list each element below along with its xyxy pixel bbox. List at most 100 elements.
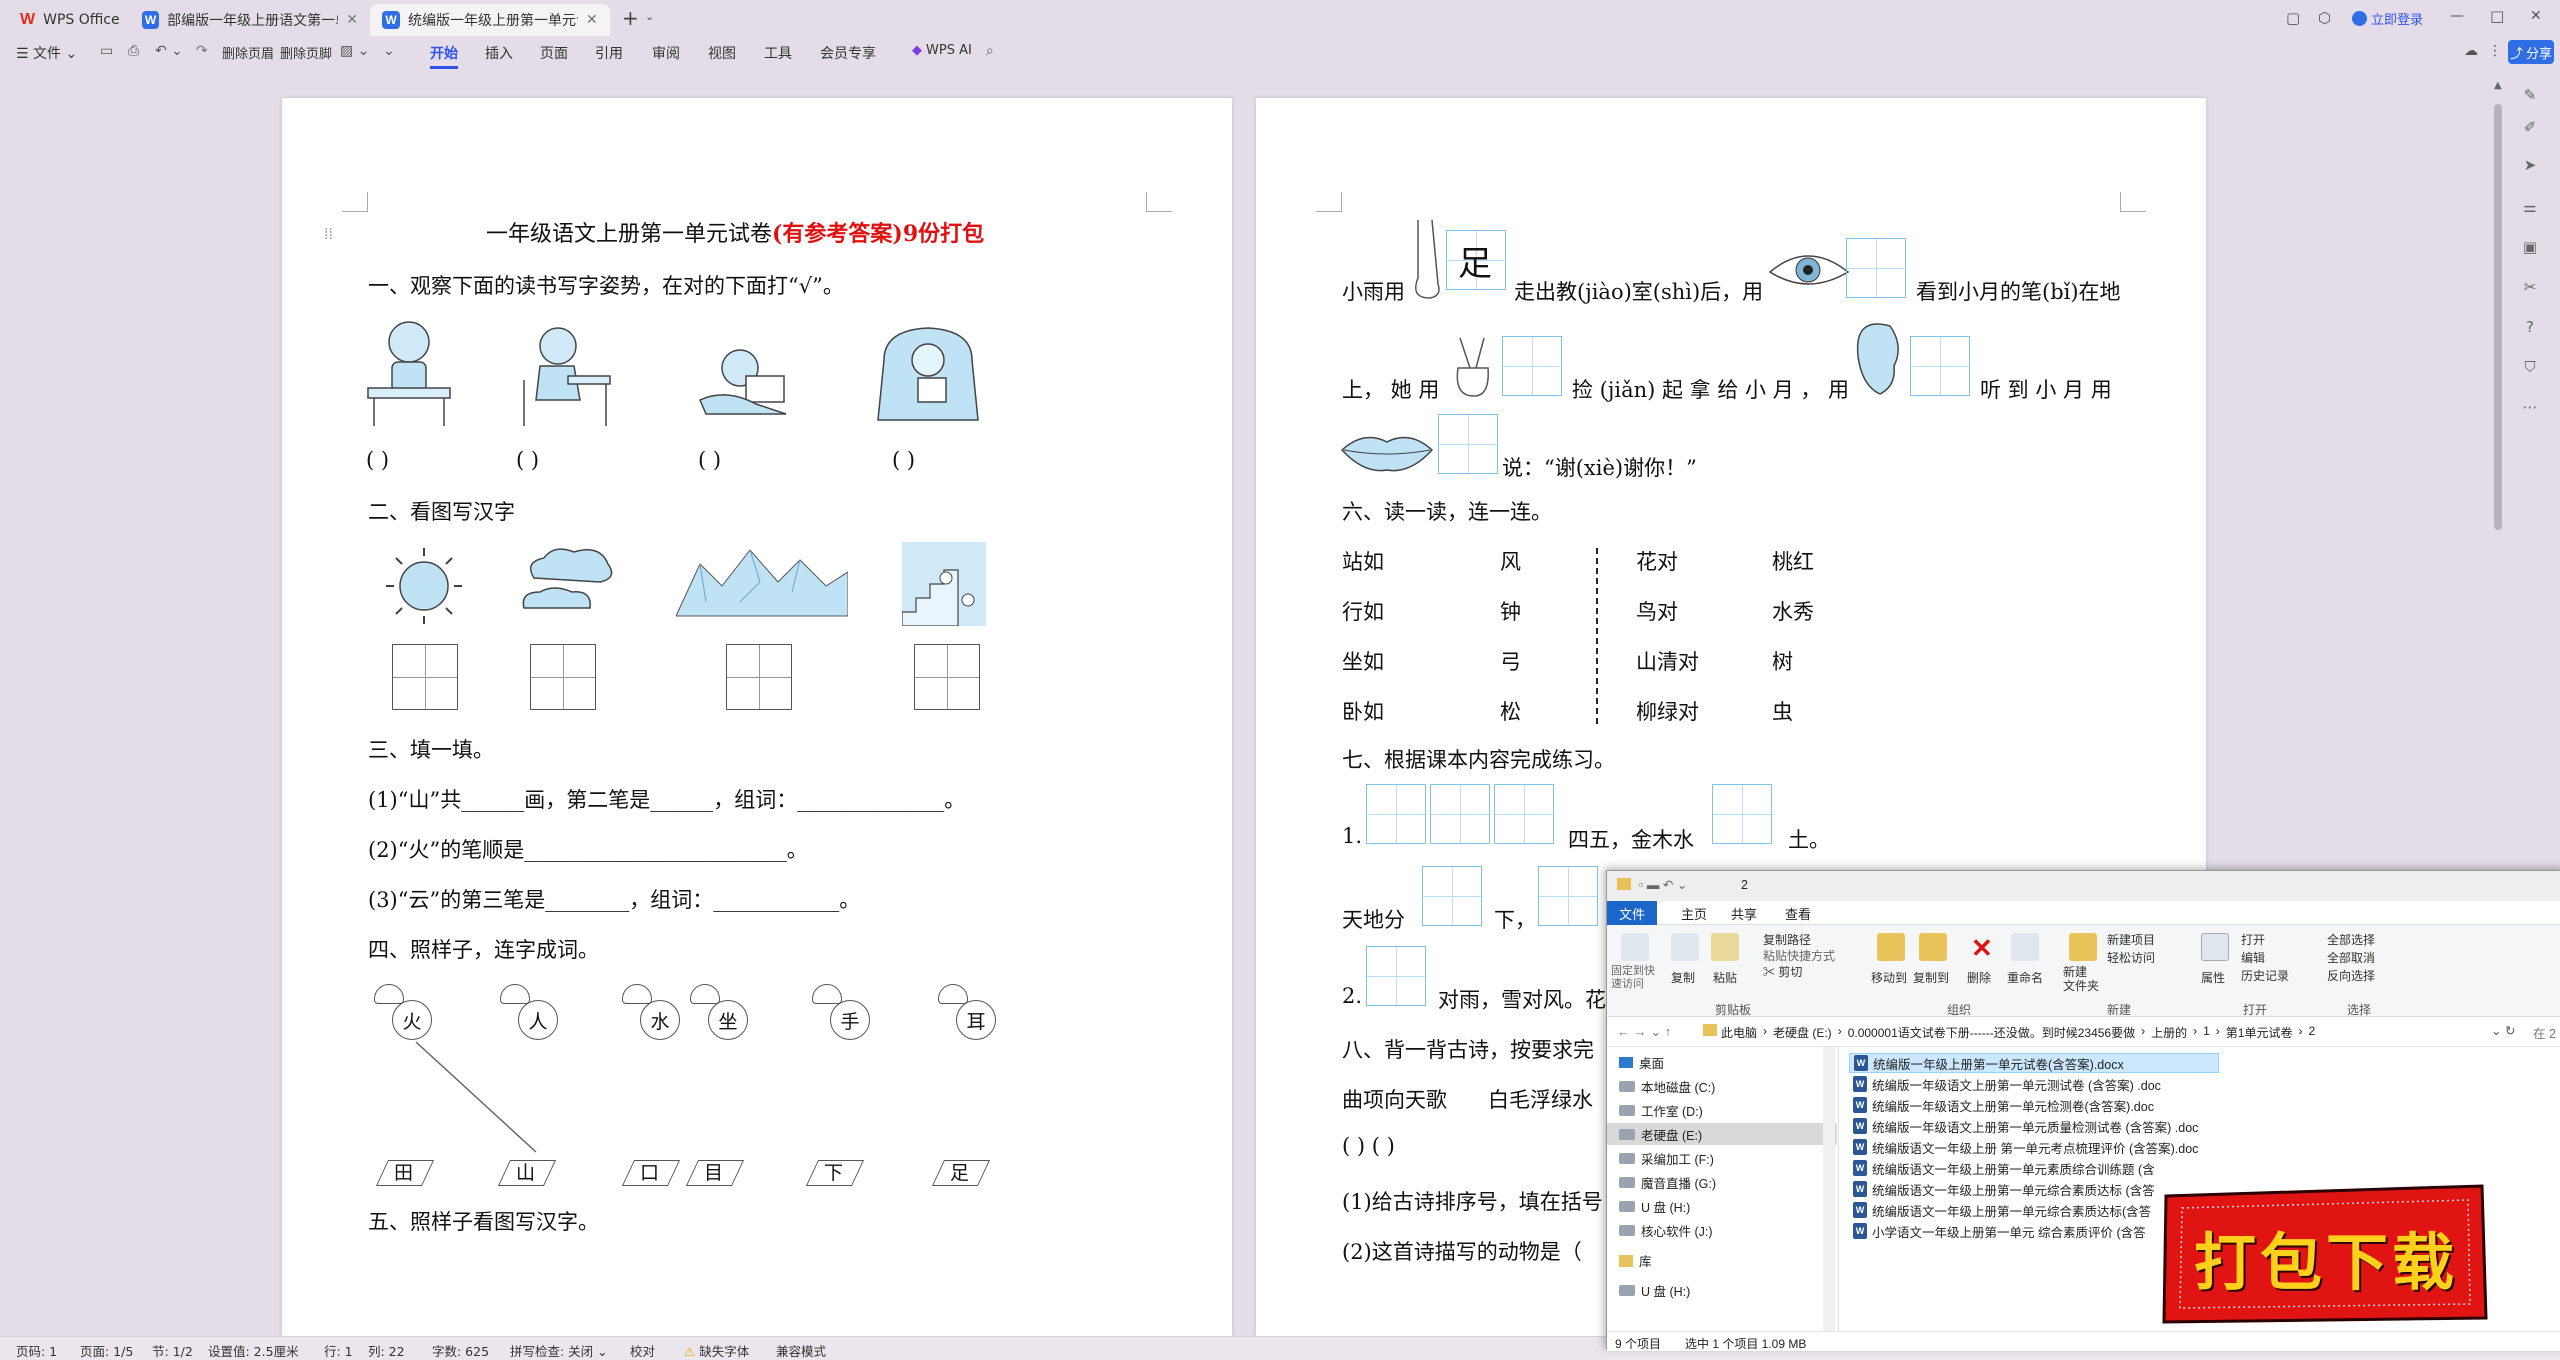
file-item[interactable]: W 统编版语文一年级上册第一单元综合素质达标 (含答: [1849, 1179, 2159, 1199]
select-none-button[interactable]: 全部取消: [2327, 949, 2375, 966]
nav-item[interactable]: 桌面: [1619, 1053, 1664, 1072]
drag-handle-icon[interactable]: ⁞⁞: [324, 224, 333, 244]
slab-char[interactable]: 足: [950, 1158, 969, 1185]
print-icon[interactable]: ⎙: [128, 43, 139, 59]
file-item[interactable]: W 统编版语文一年级上册 第一单元考点梳理评价 (含答案).doc: [1849, 1137, 2202, 1157]
quick-access-icons[interactable]: ▫ ▬ ↶ ⌄: [1639, 877, 1687, 892]
match-item[interactable]: 花对: [1636, 546, 1678, 576]
picture-icon[interactable]: ▨ ⌄: [340, 43, 369, 59]
history-button[interactable]: 历史记录: [2241, 967, 2289, 984]
settings-slider-icon[interactable]: ⚌: [2520, 198, 2540, 218]
slab-char[interactable]: 田: [394, 1158, 413, 1185]
status-col[interactable]: 列: 22: [368, 1341, 405, 1360]
help-icon[interactable]: ?: [2520, 318, 2540, 338]
status-pages[interactable]: 页面: 1/5: [80, 1341, 133, 1360]
easy-access-button[interactable]: 轻松访问: [2107, 949, 2155, 966]
new-tab-icon[interactable]: +: [622, 6, 639, 30]
select-all-button[interactable]: 全部选择: [2327, 931, 2375, 948]
slab-char[interactable]: 目: [704, 1158, 723, 1185]
file-item[interactable]: W 统编版一年级语文上册第一单元测试卷 (含答案) .doc: [1849, 1074, 2165, 1094]
maximize-button[interactable]: □: [2490, 7, 2504, 25]
match-item[interactable]: 站如: [1342, 546, 1384, 576]
pin-button[interactable]: 固定到快 速访问: [1611, 965, 1655, 991]
edit-button[interactable]: 编辑: [2241, 949, 2265, 966]
nav-scrollbar[interactable]: [1823, 1047, 1835, 1331]
char-tag[interactable]: 坐: [708, 1000, 748, 1040]
paste-icon[interactable]: [1711, 933, 1739, 961]
char-box[interactable]: [1910, 336, 1970, 396]
properties-icon[interactable]: [2201, 933, 2229, 961]
tab-view[interactable]: 视图: [708, 43, 736, 63]
tab-review[interactable]: 审阅: [652, 43, 680, 63]
cube-icon[interactable]: ⬡: [2318, 9, 2331, 27]
delete-header-button[interactable]: 删除页眉: [222, 43, 274, 62]
open-button[interactable]: 打开: [2241, 931, 2265, 948]
rename-button[interactable]: 重命名: [2007, 969, 2043, 986]
more-icon[interactable]: ⋯: [2520, 398, 2540, 418]
undo-icon[interactable]: ↶ ⌄: [155, 43, 183, 59]
match-item[interactable]: 水秀: [1772, 596, 1814, 626]
match-item[interactable]: 虫: [1772, 696, 1793, 726]
crumb[interactable]: 1: [2203, 1024, 2210, 1041]
char-box[interactable]: [1366, 946, 1426, 1006]
crumb[interactable]: 老硬盘 (E:): [1773, 1024, 1832, 1041]
char-box[interactable]: [1366, 784, 1426, 844]
explorer-tab-view[interactable]: 查看: [1785, 904, 1811, 923]
file-item[interactable]: W 统编版一年级语文上册第一单元检测卷(含答案).doc: [1849, 1095, 2158, 1115]
download-banner[interactable]: 打包下载: [2160, 1182, 2490, 1326]
char-box[interactable]: [1538, 866, 1598, 926]
pin-icon[interactable]: [1621, 933, 1649, 961]
pointer-icon[interactable]: ➤: [2520, 156, 2540, 176]
slab-char[interactable]: 口: [640, 1158, 659, 1185]
tab-document-2[interactable]: W 统编版一年级上册第一单元试 ✕: [370, 4, 610, 36]
nav-item[interactable]: 采编加工 (F:): [1619, 1149, 1714, 1168]
match-item[interactable]: 鸟对: [1636, 596, 1678, 626]
crumb[interactable]: 2: [2308, 1024, 2315, 1041]
cut-button[interactable]: ✂ 剪切: [1763, 963, 1802, 980]
nav-item[interactable]: U 盘 (H:): [1619, 1281, 1690, 1300]
search-box[interactable]: 在 2: [2533, 1023, 2556, 1042]
more-dots-icon[interactable]: ⋮: [2488, 43, 2502, 59]
answer-paren-4[interactable]: ( ): [892, 448, 915, 472]
char-box[interactable]: [1712, 784, 1772, 844]
tab-tools[interactable]: 工具: [764, 43, 792, 63]
nav-item[interactable]: 魔音直播 (G:): [1619, 1173, 1716, 1192]
poem-order-parens[interactable]: ( ) ( ): [1342, 1134, 1395, 1158]
match-item[interactable]: 钟: [1500, 596, 1521, 626]
tab-start[interactable]: 开始: [430, 43, 458, 69]
char-box[interactable]: [1494, 784, 1554, 844]
char-box[interactable]: [1430, 784, 1490, 844]
match-item[interactable]: 树: [1772, 646, 1793, 676]
match-item[interactable]: 柳绿对: [1636, 696, 1699, 726]
edit-icon[interactable]: ✐: [2520, 118, 2540, 138]
new-folder-button[interactable]: 新建 文件夹: [2063, 965, 2099, 993]
shirt-icon[interactable]: ⛉: [2520, 358, 2540, 378]
status-page[interactable]: 页码: 1: [16, 1341, 57, 1360]
copy-icon[interactable]: [1671, 933, 1699, 961]
search-icon[interactable]: ⌕: [986, 43, 994, 59]
paste-shortcut-button[interactable]: 粘贴快捷方式: [1763, 947, 1835, 964]
match-item[interactable]: 松: [1500, 696, 1521, 726]
cloud-icon[interactable]: ☁: [2464, 43, 2478, 59]
close-tab-icon[interactable]: ✕: [346, 12, 358, 28]
tab-insert[interactable]: 插入: [485, 43, 513, 63]
nav-item[interactable]: 核心软件 (J:): [1619, 1221, 1713, 1240]
match-item[interactable]: 行如: [1342, 596, 1384, 626]
spell-check-toggle[interactable]: 拼写检查: 关闭 ⌄: [510, 1341, 608, 1360]
match-item[interactable]: 桃红: [1772, 546, 1814, 576]
save-icon[interactable]: ▭: [100, 43, 113, 59]
rename-icon[interactable]: [2011, 933, 2039, 961]
copy-to-button[interactable]: 复制到: [1913, 969, 1949, 986]
status-row[interactable]: 行: 1: [324, 1341, 353, 1360]
new-folder-icon[interactable]: [2069, 933, 2097, 961]
char-tag[interactable]: 手: [830, 1000, 870, 1040]
delete-footer-button[interactable]: 删除页脚: [280, 43, 332, 62]
address-bar[interactable]: ← → ⌄ ↑ 此电脑 › 老硬盘 (E:) › 0.000001语文试卷下册---…: [1607, 1017, 2560, 1047]
nav-item[interactable]: 库: [1619, 1251, 1652, 1270]
char-tag[interactable]: 耳: [956, 1000, 996, 1040]
window-layout-icon[interactable]: ▢: [2286, 9, 2300, 27]
status-words[interactable]: 字数: 625: [432, 1341, 489, 1360]
writing-box[interactable]: [726, 644, 792, 710]
file-item[interactable]: W 小学语文一年级上册第一单元 综合素质评价 (含答: [1849, 1221, 2150, 1241]
file-menu[interactable]: ☰ 文件 ⌄: [16, 43, 77, 63]
